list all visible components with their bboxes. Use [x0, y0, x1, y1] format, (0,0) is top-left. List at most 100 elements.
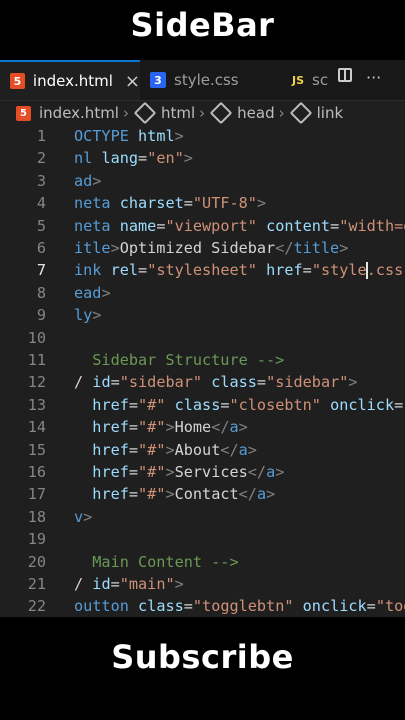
- code-token: "#": [138, 485, 166, 504]
- code-token: >: [92, 306, 102, 325]
- code-line[interactable]: 3 ad>: [0, 172, 405, 194]
- code-token: "width=d: [339, 216, 405, 235]
- code-text: href="#">Contact</a>: [74, 485, 275, 503]
- line-number: 17: [27, 485, 46, 504]
- subscribe-caption: Subscribe: [111, 638, 294, 676]
- code-token: href: [92, 418, 129, 437]
- close-icon[interactable]: ×: [125, 71, 140, 92]
- code-token: title: [293, 239, 340, 257]
- code-token: outton: [74, 597, 129, 616]
- line-number: 13: [27, 395, 46, 414]
- code-token: class: [211, 373, 257, 392]
- code-line[interactable]: 16 href="#">Services</a>: [0, 463, 405, 485]
- js-icon: JS: [292, 73, 305, 87]
- tab-script-js[interactable]: JS sc: [278, 60, 330, 100]
- code-token: href: [266, 261, 303, 280]
- line-number: 16: [27, 463, 46, 481]
- code-token: =: [138, 149, 148, 168]
- breadcrumb-item-html[interactable]: html: [161, 104, 195, 122]
- breadcrumb-item-head[interactable]: head: [237, 104, 274, 122]
- code-token: OCTYPE: [74, 127, 129, 145]
- code-token: href: [92, 395, 129, 414]
- chevron-right-icon: ›: [199, 104, 206, 122]
- code-line[interactable]: 19: [0, 530, 405, 552]
- tab-label: index.html: [32, 72, 113, 90]
- code-token: "tog: [375, 597, 405, 616]
- code-line[interactable]: 18 v>: [0, 508, 405, 530]
- code-token: >: [165, 485, 175, 504]
- code-token: >: [339, 239, 349, 257]
- code-line[interactable]: 1 OCTYPE html>: [0, 127, 405, 149]
- code-token: Home: [174, 418, 212, 437]
- code-token: href: [92, 485, 129, 504]
- code-token: class: [138, 597, 184, 616]
- code-token: >: [165, 463, 175, 481]
- tab-style-css[interactable]: 3 style.css: [140, 60, 278, 100]
- code-text: nl lang="en">: [74, 149, 193, 167]
- code-token: onclick: [302, 597, 367, 616]
- code-line[interactable]: 7 ink rel="stylesheet" href="style.css: [0, 261, 405, 283]
- code-line[interactable]: 14 href="#">Home</a>: [0, 418, 405, 440]
- code-token: >: [238, 418, 248, 437]
- code-line[interactable]: 13 href="#" class="closebtn" onclick=": [0, 396, 405, 418]
- line-number: 9: [36, 306, 46, 325]
- tab-label: sc: [312, 71, 329, 89]
- video-title-caption: SideBar: [130, 6, 275, 44]
- code-token: >: [275, 463, 285, 481]
- code-token: href: [92, 463, 129, 481]
- line-number: 1: [36, 127, 46, 145]
- code-line[interactable]: 5neta name="viewport" content="width=d: [0, 217, 405, 239]
- code-token: nl: [74, 149, 93, 168]
- code-token: "en": [147, 149, 184, 168]
- code-line[interactable]: 15 href="#">About</a>: [0, 441, 405, 463]
- line-number: 12: [27, 373, 46, 392]
- code-line[interactable]: 12/ id="sidebar" class="sidebar">: [0, 373, 405, 395]
- code-text: v>: [74, 508, 92, 526]
- line-number: 15: [27, 440, 46, 459]
- code-line[interactable]: 2 nl lang="en">: [0, 149, 405, 171]
- code-line[interactable]: 21 / id="main">: [0, 575, 405, 597]
- chevron-right-icon: ›: [278, 104, 285, 122]
- code-token: ly: [74, 306, 93, 325]
- code-line[interactable]: 22outton class="togglebtn" onclick="tog: [0, 597, 405, 617]
- line-number: 4: [36, 194, 46, 213]
- code-token: onclick: [330, 395, 395, 414]
- code-token: =: [394, 395, 404, 414]
- code-line[interactable]: 20 Main Content -->: [0, 553, 405, 575]
- chevron-right-icon: ›: [122, 104, 129, 122]
- more-actions-icon[interactable]: ···: [366, 68, 381, 87]
- code-token: charset: [119, 194, 184, 213]
- code-line[interactable]: 17 href="#">Contact</a>: [0, 485, 405, 507]
- tab-index-html[interactable]: 5 index.html ×: [0, 60, 140, 100]
- code-token: .css: [366, 261, 404, 280]
- code-line[interactable]: 11 Sidebar Structure -->: [0, 351, 405, 373]
- code-token: class: [174, 395, 221, 414]
- code-text: OCTYPE html>: [74, 127, 184, 145]
- code-editor-window: 5 index.html × 3 style.css JS sc ··· 5 i…: [0, 60, 405, 617]
- code-line[interactable]: 8 ead>: [0, 284, 405, 306]
- code-token: >: [165, 440, 175, 459]
- code-token: "sidebar": [119, 373, 203, 392]
- code-token: </: [238, 485, 257, 504]
- breadcrumb-item-link[interactable]: link: [317, 104, 344, 122]
- breadcrumb-item-file[interactable]: index.html: [39, 104, 119, 122]
- code-line[interactable]: 10: [0, 329, 405, 351]
- code-token: </: [275, 239, 294, 257]
- code-line[interactable]: 9 ly>: [0, 306, 405, 328]
- code-line[interactable]: 6 itle>Optimized Sidebar</title>: [0, 239, 405, 261]
- css3-icon: 3: [150, 72, 166, 88]
- code-token: "#": [138, 463, 166, 481]
- code-token: =: [302, 261, 312, 280]
- code-line[interactable]: 4 neta charset="UTF-8">: [0, 194, 405, 216]
- code-token: "main": [119, 575, 175, 593]
- code-token: "stylesheet": [147, 261, 257, 280]
- code-token: Sidebar Structure -->: [74, 351, 285, 369]
- code-token: "#": [138, 440, 166, 459]
- split-editor-icon[interactable]: [338, 68, 352, 82]
- element-cube-icon: [133, 101, 157, 125]
